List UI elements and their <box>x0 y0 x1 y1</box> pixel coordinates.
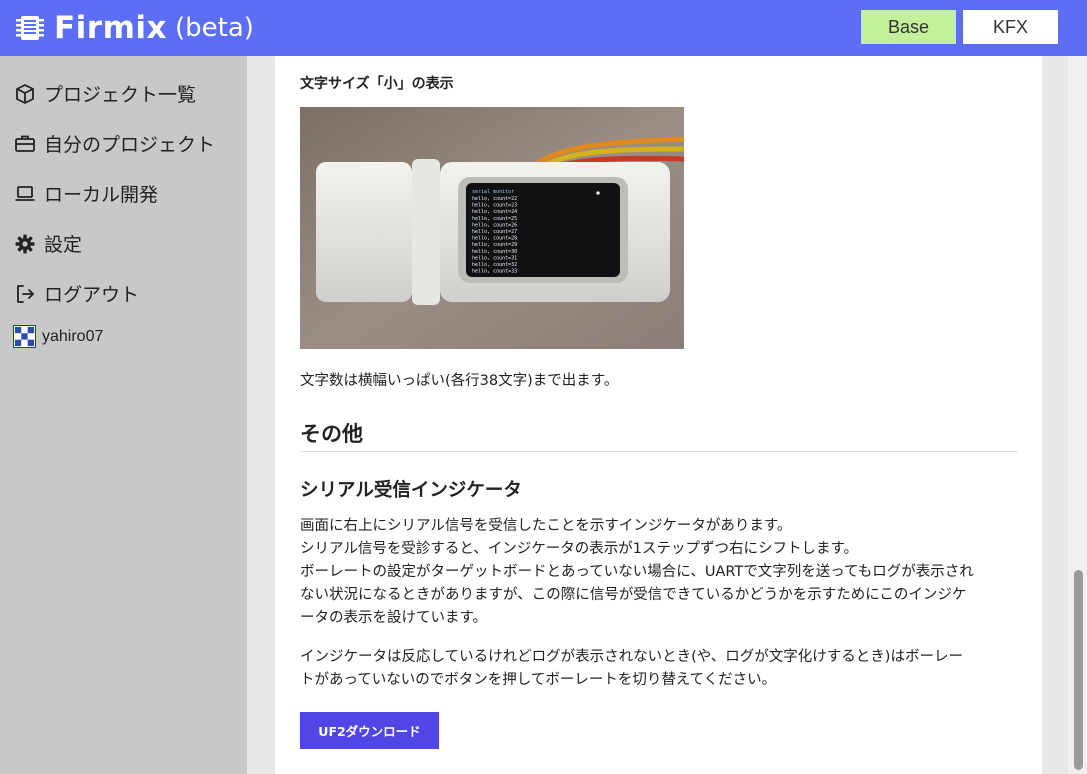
sidebar-item-label: プロジェクト一覧 <box>44 84 197 106</box>
uf2-download-button[interactable]: UF2ダウンロード <box>300 712 439 749</box>
section-title: その他 <box>300 422 363 446</box>
sidebar-user[interactable]: yahiro07 <box>13 325 103 348</box>
screen-line: hello, count=29 <box>472 242 517 248</box>
base-button[interactable]: Base <box>861 10 956 44</box>
cube-icon <box>14 83 36 105</box>
screen-line: hello, count=23 <box>472 203 517 209</box>
sidebar-item-label: ローカル開発 <box>44 184 159 206</box>
sidebar-item-settings[interactable]: 設定 <box>14 230 82 257</box>
scrollbar-thumb[interactable] <box>1074 570 1083 770</box>
paragraph-char-count: 文字数は横幅いっぱい(各行38文字)まで出ます。 <box>300 373 619 389</box>
screen-line: hello, count=24 <box>472 209 517 215</box>
brand[interactable]: Firmix (beta) <box>14 10 254 46</box>
screen-line: hello, count=30 <box>472 249 517 255</box>
briefcase-icon <box>14 133 36 155</box>
sidebar-item-project-list[interactable]: プロジェクト一覧 <box>14 80 196 107</box>
user-name: yahiro07 <box>42 327 104 345</box>
paragraph-line: インジケータは反応しているけれどログが表示されないとき(や、ログが文字化けすると… <box>300 649 963 665</box>
logout-icon <box>14 283 36 305</box>
gear-icon <box>14 233 36 255</box>
brand-name: Firmix <box>54 10 168 46</box>
device-photo: serial monitor hello, count=22hello, cou… <box>300 107 684 349</box>
screen-line: hello, count=31 <box>472 255 517 261</box>
paragraph-line: ボーレートの設定がターゲットボードとあっていない場合に、UARTで文字列を送って… <box>300 564 974 580</box>
sidebar-item-label: 設定 <box>44 234 83 256</box>
avatar <box>13 325 36 348</box>
sidebar-item-label: ログアウト <box>44 284 140 306</box>
paragraph-line: 画面に右上にシリアル信号を受信したことを示すインジケータがあります。 <box>300 518 792 534</box>
screen-line: hello, count=26 <box>472 222 517 228</box>
kfx-button[interactable]: KFX <box>963 10 1058 44</box>
small-heading: 文字サイズ「小」の表示 <box>300 76 454 92</box>
sidebar-item-label: 自分のプロジェクト <box>44 134 216 156</box>
screen-title: serial monitor <box>472 189 514 195</box>
screen-line: hello, count=28 <box>472 236 517 242</box>
sidebar: プロジェクト一覧 自分のプロジェクト ローカル開発 設定 ログアウト yahir… <box>0 56 247 774</box>
screen-line: hello, count=32 <box>472 262 517 268</box>
paragraph-line: シリアル信号を受診すると、インジケータの表示が1ステップずつ右にシフトします。 <box>300 541 859 557</box>
paragraph-indicator: 画面に右上にシリアル信号を受信したことを示すインジケータがあります。 シリアル信… <box>300 515 1020 630</box>
screen-line: hello, count=33 <box>472 269 517 275</box>
section-divider <box>300 451 1018 452</box>
paragraph-line: トがあっていないのでボタンを押してボーレートを切り替えてください。 <box>300 672 777 688</box>
subsection-title: シリアル受信インジケータ <box>300 480 522 501</box>
laptop-icon <box>14 183 36 205</box>
screen-line: hello, count=25 <box>472 216 517 222</box>
chip-icon <box>16 16 44 40</box>
paragraph-line: ータの表示を設けています。 <box>300 610 488 626</box>
top-header: Firmix (beta) Base KFX <box>0 0 1087 56</box>
sidebar-item-my-projects[interactable]: 自分のプロジェクト <box>14 130 215 157</box>
paragraph-baudrate: インジケータは反応しているけれどログが表示されないとき(や、ログが文字化けすると… <box>300 646 1020 692</box>
screen-line: hello, count=22 <box>472 196 517 202</box>
sidebar-item-logout[interactable]: ログアウト <box>14 280 139 307</box>
sidebar-item-local-dev[interactable]: ローカル開発 <box>14 180 158 207</box>
screen-line: hello, count=27 <box>472 229 517 235</box>
brand-suffix: (beta) <box>175 13 254 43</box>
paragraph-line: ない状況になるときがありますが、この際に信号が受信できているかどうかを示すために… <box>300 587 967 603</box>
